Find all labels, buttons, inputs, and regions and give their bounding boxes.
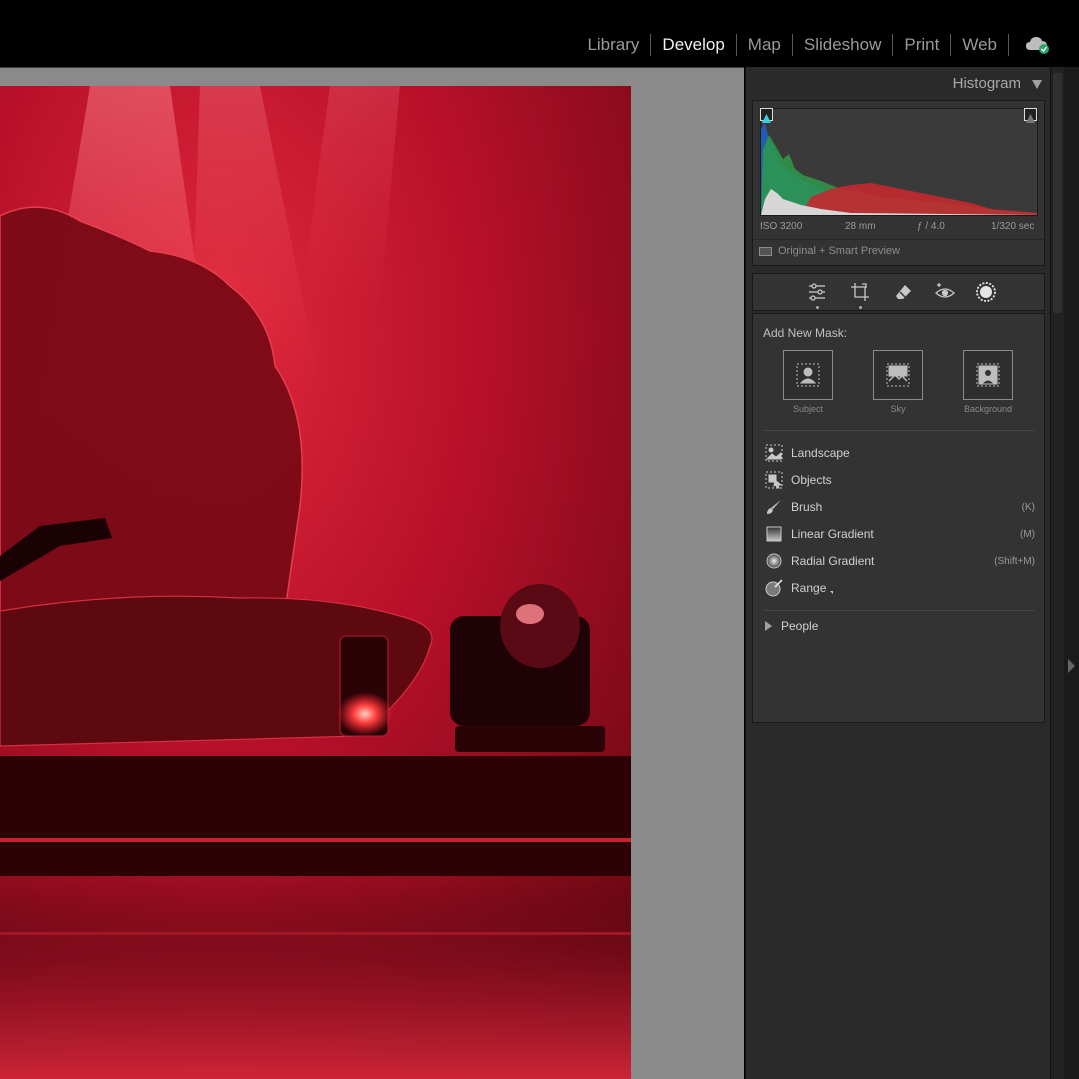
subject-icon — [796, 363, 820, 387]
module-list: Library Develop Map Slideshow Print Web — [576, 33, 1051, 57]
smart-preview-status[interactable]: Original + Smart Preview — [759, 245, 900, 257]
radial-gradient-label: Radial Gradient — [791, 554, 875, 568]
image-canvas[interactable] — [0, 67, 744, 1079]
objects-icon — [765, 471, 783, 489]
range-icon — [765, 579, 783, 597]
range-tool-row[interactable]: Range — [765, 577, 1035, 599]
tool-modified-dot — [859, 306, 862, 309]
people-section-divider — [763, 610, 1035, 611]
radial-gradient-tool-row[interactable]: Radial Gradient (Shift+M) — [765, 550, 1035, 572]
disclosure-triangle-icon[interactable] — [765, 621, 772, 631]
module-develop[interactable]: Develop — [650, 34, 735, 56]
shadow-clipping-toggle[interactable] — [760, 108, 773, 123]
smart-preview-icon — [759, 246, 772, 256]
brush-icon — [765, 498, 783, 516]
sky-icon — [886, 363, 910, 387]
linear-gradient-shortcut: (M) — [1020, 528, 1035, 540]
tool-modified-dot — [816, 306, 819, 309]
histogram-graph[interactable] — [760, 108, 1038, 216]
exif-aperture: ƒ / 4.0 — [917, 221, 945, 232]
background-icon — [976, 363, 1000, 387]
histogram-panel: ISO 3200 28 mm ƒ / 4.0 1/320 sec Origina… — [752, 100, 1045, 266]
module-slideshow[interactable]: Slideshow — [791, 34, 893, 56]
range-dropdown-icon[interactable] — [830, 590, 834, 594]
radial-gradient-shortcut: (Shift+M) — [994, 555, 1035, 567]
select-sky-button[interactable] — [873, 350, 923, 400]
collapse-triangle-icon[interactable] — [1032, 80, 1042, 89]
masking-icon[interactable] — [974, 280, 998, 304]
exif-focal-length: 28 mm — [845, 221, 876, 232]
brush-tool-row[interactable]: Brush (K) — [765, 496, 1035, 518]
module-picker-bar: Library Develop Map Slideshow Print Web — [0, 0, 1079, 66]
develop-right-panel: Histogram ISO 3200 28 mm ƒ / 4.0 1/320 s… — [745, 67, 1050, 1079]
histogram-title: Histogram — [952, 75, 1021, 92]
landscape-label: Landscape — [791, 446, 850, 460]
select-background-button[interactable] — [963, 350, 1013, 400]
histogram-divider — [753, 239, 1044, 240]
people-disclosure[interactable]: People — [765, 619, 818, 633]
add-new-mask-label: Add New Mask: — [763, 326, 848, 340]
smart-preview-label: Original + Smart Preview — [778, 245, 900, 257]
crop-icon[interactable] — [848, 280, 872, 304]
exif-shutter: 1/320 sec — [991, 221, 1035, 232]
masking-panel: Add New Mask: Subject Sky Background Lan… — [752, 313, 1045, 723]
histogram-header[interactable]: Histogram — [746, 73, 1051, 97]
module-print[interactable]: Print — [892, 34, 950, 56]
mask-section-divider — [763, 430, 1035, 431]
sky-label: Sky — [890, 404, 906, 414]
tool-strip — [752, 273, 1045, 311]
photo-preview[interactable] — [0, 86, 631, 1079]
panel-scrollbar[interactable] — [1050, 67, 1064, 1079]
brush-label: Brush — [791, 500, 823, 514]
cloud-sync-icon[interactable] — [1025, 35, 1051, 55]
select-subject-button[interactable] — [783, 350, 833, 400]
highlight-clipping-toggle[interactable] — [1024, 108, 1037, 123]
objects-tool-row[interactable]: Objects — [765, 469, 1035, 491]
range-label: Range — [791, 581, 827, 595]
exif-iso: ISO 3200 — [760, 221, 803, 232]
objects-label: Objects — [791, 473, 832, 487]
panel-expand-arrow-icon[interactable] — [1068, 659, 1075, 673]
module-library[interactable]: Library — [576, 34, 650, 56]
heal-eraser-icon[interactable] — [891, 280, 915, 304]
module-map[interactable]: Map — [735, 34, 792, 56]
brush-shortcut: (K) — [1021, 501, 1035, 513]
module-web[interactable]: Web — [950, 34, 1009, 56]
people-label: People — [781, 619, 819, 633]
panel-scrollbar-thumb[interactable] — [1053, 73, 1062, 313]
landscape-tool-row[interactable]: Landscape — [765, 442, 1035, 464]
background-label: Background — [963, 404, 1013, 414]
concert-stage-photo — [0, 86, 631, 1079]
red-eye-icon[interactable] — [933, 280, 957, 304]
radial-gradient-icon — [765, 552, 783, 570]
landscape-icon — [765, 444, 783, 462]
right-panel-gutter[interactable] — [1064, 67, 1079, 1079]
subject-label: Subject — [792, 404, 824, 414]
linear-gradient-icon — [765, 525, 783, 543]
edit-sliders-icon[interactable] — [805, 280, 829, 304]
linear-gradient-tool-row[interactable]: Linear Gradient (M) — [765, 523, 1035, 545]
linear-gradient-label: Linear Gradient — [791, 527, 874, 541]
